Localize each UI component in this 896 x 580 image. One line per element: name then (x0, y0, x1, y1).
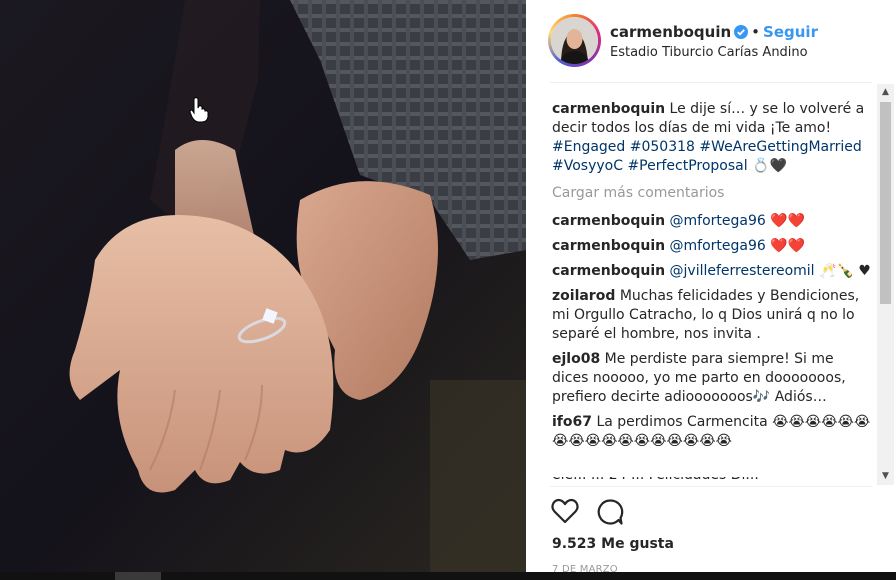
caption-emoji: 💍🖤 (752, 158, 787, 174)
username-link[interactable]: carmenboquin (610, 23, 731, 41)
divider (550, 82, 872, 83)
separator-dot: • (751, 23, 761, 41)
taskbar-item[interactable] (115, 572, 161, 580)
verified-badge-icon (734, 25, 749, 43)
likes-count[interactable]: 9.523 Me gusta (552, 536, 674, 552)
comments-list[interactable]: carmenboquin Le dije sí… y se lo volveré… (552, 100, 872, 484)
comment-item: ejlo08 Me perdiste para siempre! Si me d… (552, 350, 872, 407)
comment-mention[interactable]: @mfortega96 (670, 238, 766, 254)
comment-text: 🥂🍾 ♥ (819, 263, 871, 279)
comment-bubble-icon[interactable] (596, 498, 624, 530)
comment-username[interactable]: zoilarod (552, 288, 615, 304)
user-line: carmenboquin • Seguir (610, 23, 818, 43)
scrollbar-thumb[interactable] (880, 102, 891, 304)
cut-off-comment-text: ele... ... 24 ... Felicidades Di... (552, 477, 872, 485)
caption-hashtags[interactable]: #Engaged #050318 #WeAreGettingMarried #V… (552, 139, 862, 174)
hand-pointer-icon (189, 97, 209, 123)
caption: carmenboquin Le dije sí… y se lo volveré… (552, 100, 872, 176)
scroll-up-arrow[interactable]: ▲ (877, 84, 894, 101)
comment-username[interactable]: ejlo08 (552, 351, 600, 367)
follow-button[interactable]: Seguir (763, 23, 818, 41)
comment-text: La perdimos Carmencita 😭😭😭😭😭😭😭😭😭😭😭😭😭😭😭😭😭 (552, 414, 871, 449)
comment-item: carmenboquin @mfortega96 ❤️❤️ (552, 237, 872, 256)
post-header: carmenboquin • Seguir Estadio Tiburcio Car… (526, 0, 896, 82)
comment-item: ifo67 La perdimos Carmencita 😭😭😭😭😭😭😭😭😭😭😭… (552, 413, 872, 451)
comments-scrollbar[interactable]: ▲ ▼ (877, 84, 894, 485)
comment-username[interactable]: carmenboquin (552, 213, 665, 229)
comment-username[interactable]: carmenboquin (552, 263, 665, 279)
cut-off-comment: ele... ... 24 ... Felicidades Di... (552, 477, 872, 485)
comment-mention[interactable]: @mfortega96 (670, 213, 766, 229)
comment-username[interactable]: ifo67 (552, 414, 592, 430)
divider (550, 486, 872, 487)
post-sidebar: carmenboquin • Seguir Estadio Tiburcio Car… (526, 0, 896, 575)
comment-item: carmenboquin @mfortega96 ❤️❤️ (552, 212, 872, 231)
comment-mention[interactable]: @jvilleferrestereomil (670, 263, 815, 279)
comment-text: ❤️❤️ (770, 238, 806, 254)
load-more-comments-button[interactable]: Cargar más comentarios (552, 184, 872, 203)
comment-item: carmenboquin @jvilleferrestereomil 🥂🍾 ♥ (552, 262, 872, 281)
avatar[interactable] (548, 14, 601, 67)
scroll-down-arrow[interactable]: ▼ (877, 468, 894, 485)
comment-text: ❤️❤️ (770, 213, 806, 229)
post-photo[interactable] (0, 0, 526, 572)
taskbar (0, 572, 896, 580)
location-link[interactable]: Estadio Tiburcio Carías Andino (610, 45, 808, 60)
comment-item: zoilarod Muchas felicidades y Bendicione… (552, 287, 872, 344)
caption-username[interactable]: carmenboquin (552, 101, 665, 117)
comment-username[interactable]: carmenboquin (552, 238, 665, 254)
heart-icon[interactable] (551, 498, 579, 528)
